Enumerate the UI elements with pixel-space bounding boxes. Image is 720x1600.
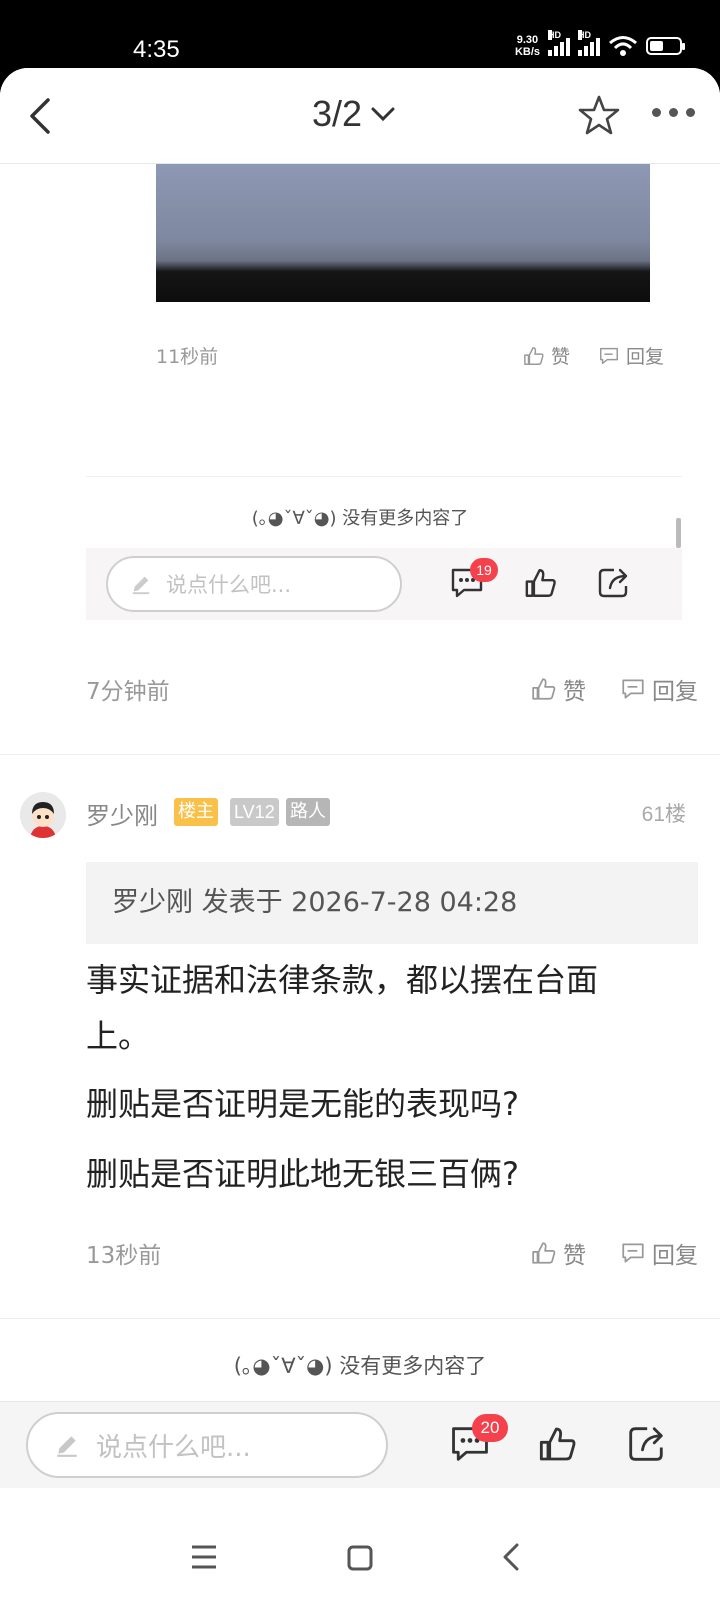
role-tag: 路人 bbox=[286, 798, 330, 826]
level-tag: LV12 bbox=[230, 798, 279, 826]
thumbs-up-icon bbox=[532, 1242, 556, 1264]
post-image[interactable] bbox=[156, 164, 650, 302]
status-icons: 9.30 KB/s HD HD bbox=[514, 30, 685, 58]
reply-button[interactable]: 回复 bbox=[620, 1236, 698, 1270]
like-button[interactable]: 赞 bbox=[523, 342, 570, 369]
network-speed: 9.30 KB/s bbox=[514, 34, 540, 58]
scrollbar[interactable] bbox=[676, 518, 681, 548]
avatar[interactable] bbox=[20, 792, 66, 838]
menu-icon[interactable] bbox=[190, 1544, 218, 1570]
no-more-content-text: (｡◕ˇ∀ˇ◕) 没有更多内容了 bbox=[233, 1354, 487, 1378]
comments-button[interactable]: 20 bbox=[450, 1414, 508, 1468]
thumbs-up-icon[interactable] bbox=[524, 566, 558, 600]
back-icon[interactable] bbox=[22, 96, 62, 136]
reply-bubble-icon bbox=[622, 679, 644, 699]
top-nav: 3/2 bbox=[0, 68, 720, 164]
comments-button[interactable]: 19 bbox=[450, 558, 498, 604]
home-icon[interactable] bbox=[346, 1544, 374, 1572]
like-button[interactable]: 赞 bbox=[531, 672, 586, 706]
page-selector[interactable]: 3/2 bbox=[312, 93, 396, 135]
previous-comment-meta: 7分钟前 赞 回复 bbox=[86, 672, 698, 706]
owner-tag: 楼主 bbox=[174, 798, 218, 826]
chevron-down-icon bbox=[371, 107, 395, 122]
embedded-comment-meta: 11秒前 赞 回复 bbox=[156, 342, 664, 369]
more-icon[interactable] bbox=[652, 108, 695, 117]
username[interactable]: 罗少刚 bbox=[86, 796, 158, 831]
thumbs-up-icon[interactable] bbox=[538, 1424, 578, 1464]
quote-box: 罗少刚 发表于 2026-7-28 04:28 bbox=[86, 862, 698, 944]
share-icon[interactable] bbox=[626, 1424, 666, 1464]
page-indicator: 3/2 bbox=[312, 93, 363, 134]
reply-button[interactable]: 回复 bbox=[620, 672, 698, 706]
reply-bubble-icon bbox=[622, 1243, 644, 1263]
system-nav-bar bbox=[0, 1516, 720, 1600]
divider bbox=[86, 476, 682, 477]
comment-count-badge: 20 bbox=[472, 1414, 508, 1442]
comment-input[interactable]: 说点什么吧... bbox=[106, 556, 402, 612]
thumbs-up-icon bbox=[524, 346, 544, 365]
embedded-bottom-bar: 说点什么吧... 19 bbox=[86, 548, 682, 620]
wifi-icon bbox=[609, 36, 637, 56]
comment-time: 7分钟前 bbox=[86, 679, 170, 705]
comment-input[interactable]: 说点什么吧... bbox=[26, 1412, 388, 1478]
post-paragraph: 删贴是否证明此地无银三百俩? bbox=[86, 1155, 519, 1193]
status-time: 4:35 bbox=[133, 36, 180, 63]
signal-icon: HD bbox=[578, 30, 600, 56]
post-paragraph: 事实证据和法律条款，都以摆在台面上。 bbox=[86, 961, 599, 1055]
thumbs-up-icon bbox=[532, 678, 556, 700]
bottom-comment-bar: 说点什么吧... 20 bbox=[0, 1401, 720, 1488]
pencil-icon bbox=[132, 576, 150, 595]
reply-button[interactable]: 回复 bbox=[598, 342, 664, 369]
back-icon[interactable] bbox=[500, 1542, 522, 1572]
signal-icon: HD bbox=[548, 30, 570, 56]
like-button[interactable]: 赞 bbox=[531, 1236, 586, 1270]
status-bar: 4:35 9.30 KB/s HD HD bbox=[0, 0, 720, 70]
comment-count-badge: 19 bbox=[470, 558, 498, 582]
comment-time: 11秒前 bbox=[156, 346, 219, 368]
post-meta: 13秒前 赞 回复 bbox=[86, 1236, 698, 1270]
post-paragraph: 删贴是否证明是无能的表现吗? bbox=[86, 1085, 519, 1123]
divider bbox=[0, 754, 720, 755]
battery-icon bbox=[646, 37, 685, 55]
favorite-star-icon[interactable] bbox=[578, 94, 620, 136]
post-time: 13秒前 bbox=[86, 1243, 162, 1269]
app-window: 3/2 11秒前 赞 回复 (｡◕ˇ∀ˇ◕) 没有更多内容了 说点什么吧... … bbox=[0, 68, 720, 1516]
reply-bubble-icon bbox=[600, 347, 618, 364]
divider bbox=[0, 1318, 720, 1319]
floor-number: 61楼 bbox=[641, 803, 686, 826]
no-more-content-text: (｡◕ˇ∀ˇ◕) 没有更多内容了 bbox=[251, 508, 469, 529]
share-icon[interactable] bbox=[596, 566, 630, 600]
pencil-icon bbox=[57, 1436, 77, 1457]
